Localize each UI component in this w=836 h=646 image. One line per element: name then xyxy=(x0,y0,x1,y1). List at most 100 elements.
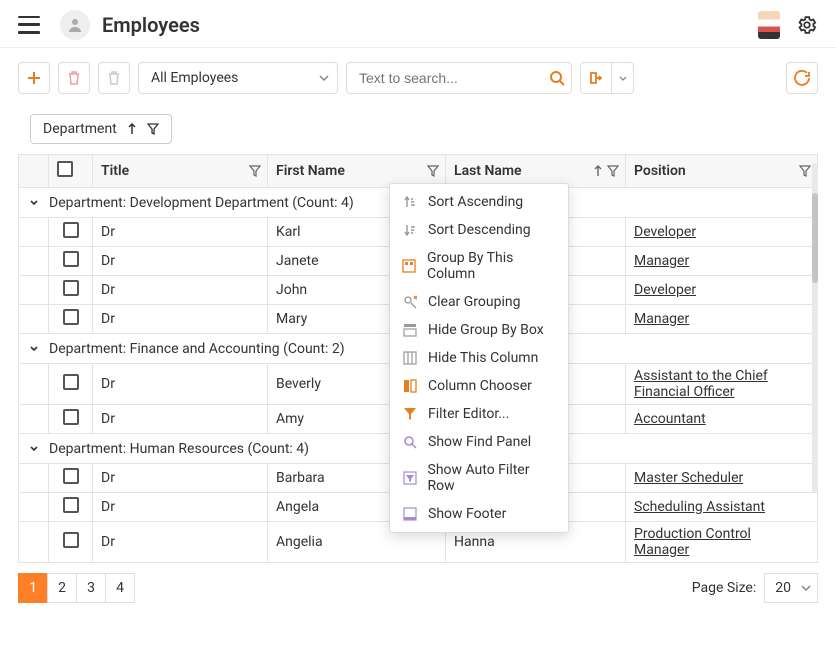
row-checkbox[interactable] xyxy=(63,309,79,325)
filter-icon[interactable] xyxy=(427,165,439,177)
user-avatar[interactable] xyxy=(758,11,780,39)
row-checkbox[interactable] xyxy=(63,409,79,425)
page-3[interactable]: 3 xyxy=(76,573,106,603)
search-button[interactable] xyxy=(542,63,571,93)
new-button[interactable] xyxy=(18,62,50,94)
cell-checkbox[interactable] xyxy=(49,276,93,305)
group-by-icon xyxy=(402,258,417,274)
cell-checkbox[interactable] xyxy=(49,247,93,276)
export-dropdown[interactable] xyxy=(612,62,634,94)
cell-position[interactable]: Developer xyxy=(626,276,818,305)
settings-button[interactable] xyxy=(796,14,818,36)
row-checkbox[interactable] xyxy=(63,468,79,484)
ctx-sort-asc[interactable]: Sort Ascending xyxy=(390,188,568,216)
cell-title: Dr xyxy=(93,493,268,522)
ctx-col-chooser[interactable]: Column Chooser xyxy=(390,372,568,400)
page-4[interactable]: 4 xyxy=(105,573,135,603)
hide-groupbox-icon xyxy=(402,322,418,338)
filter-icon[interactable] xyxy=(607,165,619,177)
ctx-find-panel[interactable]: Show Find Panel xyxy=(390,428,568,456)
chevron-down-icon xyxy=(319,75,329,81)
row-checkbox[interactable] xyxy=(63,497,79,513)
cell-checkbox[interactable] xyxy=(49,405,93,434)
ctx-hide-col[interactable]: Hide This Column xyxy=(390,344,568,372)
cell-position[interactable]: Assistant to the Chief Financial Officer xyxy=(626,364,818,405)
col-checkbox[interactable] xyxy=(49,155,93,188)
ctx-filter-editor[interactable]: Filter Editor... xyxy=(390,400,568,428)
row-checkbox[interactable] xyxy=(63,280,79,296)
page-size-select[interactable]: 20 xyxy=(764,573,818,603)
cell-position[interactable]: Manager xyxy=(626,305,818,334)
group-label: Department: Development Department (Coun… xyxy=(49,195,354,211)
select-all-checkbox[interactable] xyxy=(57,161,73,177)
col-title[interactable]: Title xyxy=(93,155,268,188)
ctx-sort-desc[interactable]: Sort Descending xyxy=(390,216,568,244)
ctx-label: Column Chooser xyxy=(428,378,532,394)
ctx-footer[interactable]: Show Footer xyxy=(390,500,568,528)
cell-position[interactable]: Accountant xyxy=(626,405,818,434)
group-tag-department[interactable]: Department xyxy=(30,114,172,144)
cell-title: Dr xyxy=(93,522,268,563)
filter-icon xyxy=(147,123,159,135)
search-box xyxy=(346,62,572,94)
ctx-clear-group[interactable]: Clear Grouping xyxy=(390,288,568,316)
menu-button[interactable] xyxy=(18,16,40,34)
cell-checkbox[interactable] xyxy=(49,364,93,405)
cell-checkbox[interactable] xyxy=(49,305,93,334)
ctx-hide-groupbox[interactable]: Hide Group By Box xyxy=(390,316,568,344)
footer-icon xyxy=(402,506,418,522)
cell-position[interactable]: Developer xyxy=(626,218,818,247)
view-filter-select[interactable]: All Employees xyxy=(138,62,338,94)
cell-expander xyxy=(19,247,49,276)
search-input[interactable] xyxy=(357,69,542,87)
export-button[interactable] xyxy=(580,62,612,94)
cell-position[interactable]: Scheduling Assistant xyxy=(626,493,818,522)
cell-position[interactable]: Production Control Manager xyxy=(626,522,818,563)
delete-button[interactable] xyxy=(58,62,90,94)
delete-alt-button[interactable] xyxy=(98,62,130,94)
row-checkbox[interactable] xyxy=(63,222,79,238)
cell-expander xyxy=(19,405,49,434)
expand-icon[interactable] xyxy=(29,198,39,208)
cell-title: Dr xyxy=(93,276,268,305)
ctx-label: Sort Descending xyxy=(428,222,531,238)
app-header: Employees xyxy=(0,0,836,48)
filter-icon[interactable] xyxy=(249,165,261,177)
sort-asc-icon[interactable] xyxy=(593,165,603,177)
vertical-scrollbar[interactable] xyxy=(812,163,818,493)
ctx-label: Show Footer xyxy=(428,506,506,522)
ctx-label: Sort Ascending xyxy=(428,194,523,210)
export-group xyxy=(580,62,634,94)
cell-checkbox[interactable] xyxy=(49,522,93,563)
group-panel: Department xyxy=(18,104,818,154)
row-checkbox[interactable] xyxy=(63,251,79,267)
col-chooser-icon xyxy=(402,378,418,394)
cell-expander xyxy=(19,522,49,563)
cell-title: Dr xyxy=(93,405,268,434)
cell-checkbox[interactable] xyxy=(49,493,93,522)
cell-expander xyxy=(19,305,49,334)
expand-icon[interactable] xyxy=(29,344,39,354)
page-1[interactable]: 1 xyxy=(18,573,48,603)
ctx-group-by[interactable]: Group By This Column xyxy=(390,244,568,288)
row-checkbox[interactable] xyxy=(63,532,79,548)
cell-checkbox[interactable] xyxy=(49,218,93,247)
expand-icon[interactable] xyxy=(29,444,39,454)
filter-icon[interactable] xyxy=(799,165,811,177)
col-position[interactable]: Position xyxy=(626,155,818,188)
hide-col-icon xyxy=(402,350,418,366)
cell-title: Dr xyxy=(93,305,268,334)
page-title: Employees xyxy=(102,13,200,37)
clear-group-icon xyxy=(402,294,418,310)
cell-position[interactable]: Manager xyxy=(626,247,818,276)
ctx-label: Show Find Panel xyxy=(428,434,531,450)
row-checkbox[interactable] xyxy=(63,374,79,390)
cell-position[interactable]: Master Scheduler xyxy=(626,464,818,493)
cell-checkbox[interactable] xyxy=(49,464,93,493)
page-2[interactable]: 2 xyxy=(47,573,77,603)
cell-expander xyxy=(19,493,49,522)
group-tag-label: Department xyxy=(43,121,117,137)
find-panel-icon xyxy=(402,434,418,450)
refresh-button[interactable] xyxy=(786,62,818,94)
ctx-autofilter[interactable]: Show Auto Filter Row xyxy=(390,456,568,500)
